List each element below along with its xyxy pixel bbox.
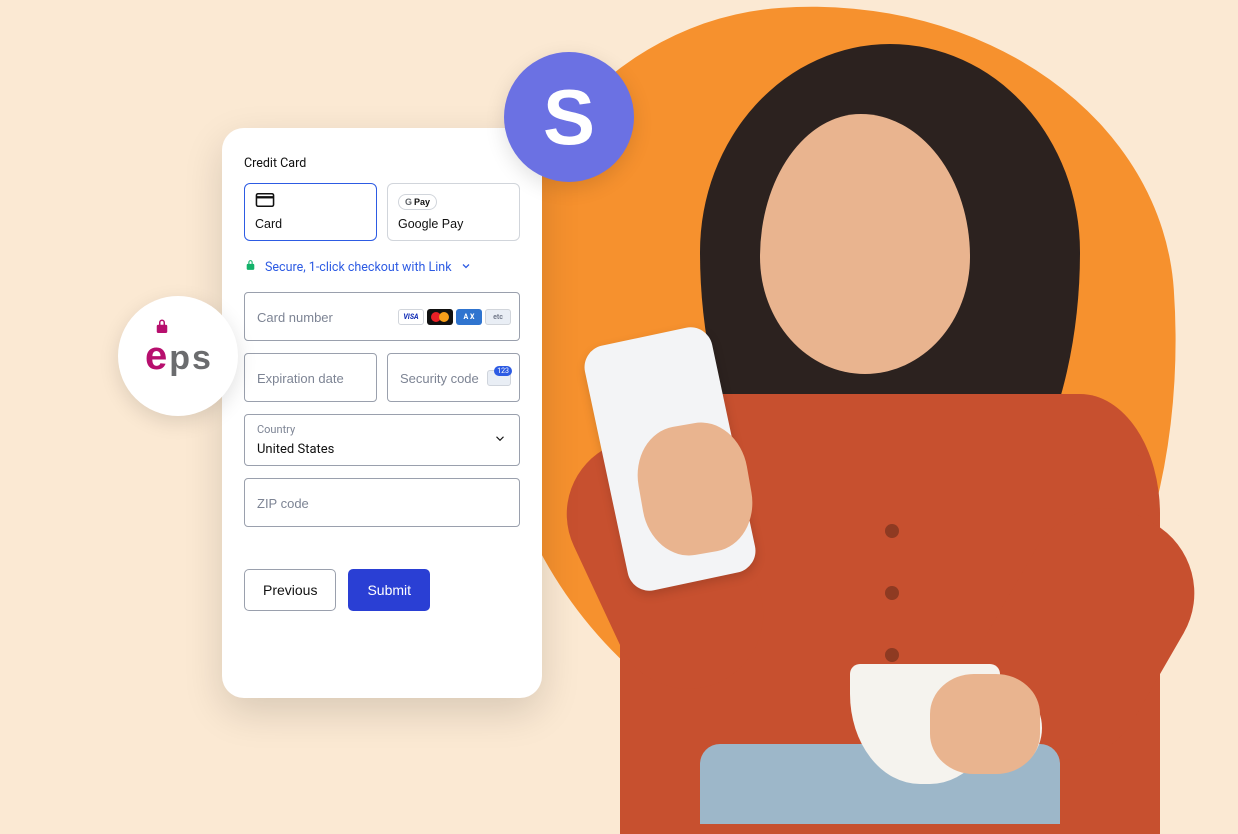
mastercard-icon <box>427 309 453 325</box>
visa-icon: VISA <box>398 309 424 325</box>
secure-checkout-toggle[interactable]: Secure, 1-click checkout with Link <box>244 259 520 276</box>
payment-method-googlepay-label: Google Pay <box>398 217 463 231</box>
submit-button[interactable]: Submit <box>348 569 430 611</box>
card-brand-icons: VISA A X etc <box>398 309 511 325</box>
section-title: Credit Card <box>244 156 520 171</box>
zip-field[interactable] <box>244 478 520 527</box>
eps-e-letter: e <box>145 336 167 376</box>
country-label: Country <box>257 423 507 436</box>
expiration-input[interactable] <box>257 371 364 386</box>
payment-method-card-label: Card <box>255 217 282 231</box>
stripe-logo-badge: S <box>504 52 634 182</box>
lock-icon <box>244 259 257 276</box>
zip-input[interactable] <box>257 496 507 511</box>
amex-icon: A X <box>456 309 482 325</box>
secure-checkout-label: Secure, 1-click checkout with Link <box>265 260 452 275</box>
eps-lock-icon <box>153 318 171 336</box>
cvc-icon <box>487 370 511 386</box>
expiration-field[interactable] <box>244 353 377 402</box>
security-code-field[interactable] <box>387 353 520 402</box>
payment-form-card: Credit Card Card GPay Google Pay Secure,… <box>222 128 542 698</box>
card-number-field[interactable]: VISA A X etc <box>244 292 520 341</box>
chevron-down-icon <box>460 260 472 276</box>
person-illustration <box>560 34 1180 824</box>
eps-p-letter: p <box>169 341 190 375</box>
eps-logo-badge: e p s <box>118 296 238 416</box>
payment-method-card[interactable]: Card <box>244 183 377 241</box>
card-icon <box>255 193 366 210</box>
more-cards-icon: etc <box>485 309 511 325</box>
chevron-down-icon <box>493 431 507 450</box>
country-value: United States <box>257 442 334 457</box>
previous-button[interactable]: Previous <box>244 569 336 611</box>
country-select[interactable]: Country United States <box>244 414 520 466</box>
eps-s-letter: s <box>192 341 211 375</box>
payment-method-googlepay[interactable]: GPay Google Pay <box>387 183 520 241</box>
payment-method-row: Card GPay Google Pay <box>244 183 520 241</box>
googlepay-icon: GPay <box>398 193 509 210</box>
stripe-s-icon: S <box>543 78 595 156</box>
